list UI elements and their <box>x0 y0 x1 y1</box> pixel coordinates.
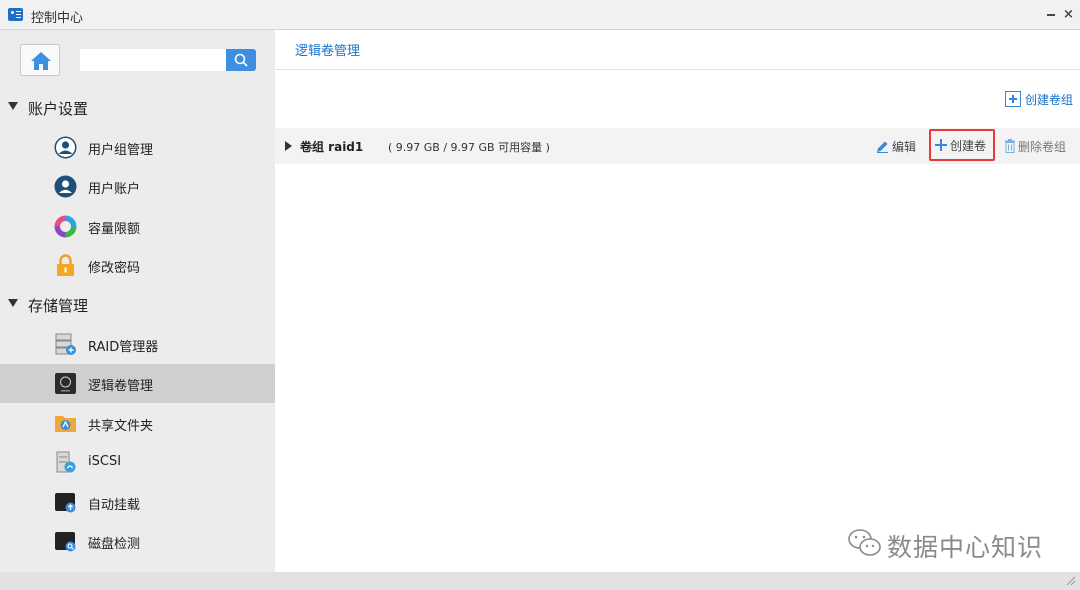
sidebar-item-label: 磁盘检测 <box>88 537 141 552</box>
user-group-icon <box>54 136 77 159</box>
lvm-icon <box>55 373 76 394</box>
window-titlebar: 控制中心 × <box>0 0 1080 30</box>
search-input[interactable] <box>80 49 226 71</box>
search-icon <box>234 53 248 67</box>
caret-down-icon <box>8 299 18 307</box>
raid-icon <box>55 333 76 355</box>
plus-icon <box>935 139 947 151</box>
shared-folder-icon <box>55 416 76 432</box>
sidebar-item-label: iSCSI <box>88 454 122 469</box>
automount-icon <box>55 493 76 513</box>
sidebar-item-label: 用户账户 <box>88 182 141 197</box>
control-panel-icon <box>8 8 23 21</box>
section-label: 账户设置 <box>28 100 89 118</box>
sidebar: 账户设置 用户组管理 用户账户 容量限额 修改密码 存储管理 RAID管理器 逻… <box>0 30 275 572</box>
search-button[interactable] <box>226 49 256 71</box>
sidebar-item-quota[interactable]: 容量限额 <box>0 207 275 246</box>
quota-icon <box>54 215 77 238</box>
edit-label: 编辑 <box>892 140 917 154</box>
sidebar-item-label: 共享文件夹 <box>88 419 154 434</box>
sidebar-item-raid-manager[interactable]: RAID管理器 <box>0 325 275 364</box>
sidebar-item-label: 用户组管理 <box>88 143 154 158</box>
sidebar-item-change-password[interactable]: 修改密码 <box>0 246 275 285</box>
caret-down-icon <box>8 102 18 110</box>
sidebar-item-disk-check[interactable]: 磁盘检测 <box>0 522 275 561</box>
volume-group-row[interactable]: 卷组 raid1 ( 9.97 GB / 9.97 GB 可用容量 ) 编辑 创… <box>275 128 1080 164</box>
status-bar <box>0 572 1080 590</box>
page-header: 逻辑卷管理 <box>275 30 1080 70</box>
close-button[interactable]: × <box>1061 7 1076 22</box>
sidebar-item-user-group[interactable]: 用户组管理 <box>0 128 275 167</box>
section-label: 存储管理 <box>28 297 89 315</box>
section-account-settings[interactable]: 账户设置 <box>0 93 275 123</box>
pencil-icon <box>877 141 888 153</box>
minimize-icon <box>1046 14 1055 16</box>
home-button[interactable] <box>20 44 60 76</box>
create-volume-button[interactable]: 创建卷 <box>929 129 995 161</box>
sidebar-item-label: RAID管理器 <box>88 340 159 355</box>
expand-arrow-icon[interactable] <box>285 141 292 151</box>
volume-group-name: 卷组 raid1 <box>300 140 364 154</box>
resize-grip-icon[interactable] <box>1066 576 1076 586</box>
user-account-icon <box>54 175 77 198</box>
disk-check-icon <box>55 532 76 552</box>
sidebar-item-label: 逻辑卷管理 <box>88 379 154 394</box>
window-title: 控制中心 <box>31 11 84 26</box>
home-icon <box>31 52 51 70</box>
sidebar-item-label: 自动挂载 <box>88 498 141 513</box>
sidebar-item-label: 修改密码 <box>88 261 141 276</box>
main-panel: 逻辑卷管理 创建卷组 卷组 raid1 ( 9.97 GB / 9.97 GB … <box>275 30 1080 572</box>
create-volume-group-label: 创建卷组 <box>1025 93 1074 107</box>
watermark-text: 数据中心知识 <box>887 533 1044 562</box>
sidebar-item-shared-folder[interactable]: 共享文件夹 <box>0 404 275 443</box>
sidebar-item-label: 容量限额 <box>88 222 141 237</box>
sidebar-item-lvm[interactable]: 逻辑卷管理 <box>0 364 275 403</box>
sidebar-item-automount[interactable]: 自动挂载 <box>0 483 275 522</box>
delete-volume-group-label: 删除卷组 <box>1018 140 1067 154</box>
create-volume-label: 创建卷 <box>950 139 987 153</box>
volume-group-capacity: ( 9.97 GB / 9.97 GB 可用容量 ) <box>388 141 550 154</box>
sidebar-item-user-account[interactable]: 用户账户 <box>0 167 275 206</box>
plus-square-icon <box>1005 91 1021 107</box>
wechat-icon <box>848 529 881 556</box>
page-title: 逻辑卷管理 <box>295 44 361 59</box>
iscsi-icon <box>56 451 76 473</box>
trash-icon <box>1005 139 1015 153</box>
sidebar-item-iscsi[interactable]: iSCSI <box>0 443 275 482</box>
minimize-button[interactable] <box>1043 7 1058 22</box>
lock-icon <box>57 254 74 276</box>
section-storage-management[interactable]: 存储管理 <box>0 290 275 320</box>
